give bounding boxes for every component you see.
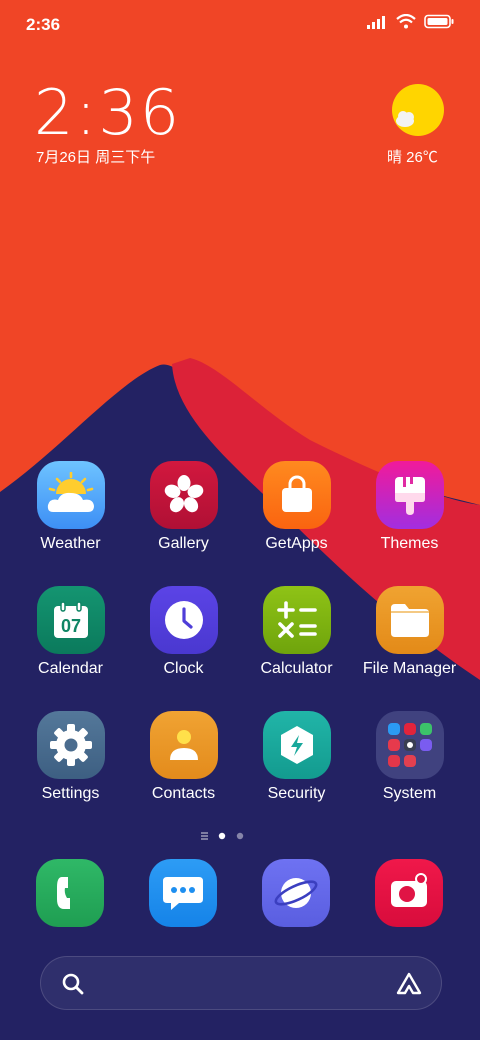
app-settings[interactable]: Settings <box>14 711 127 803</box>
app-security[interactable]: Security <box>240 711 353 803</box>
app-label: Contacts <box>151 785 216 802</box>
gear-icon <box>36 711 105 779</box>
gallery-icon <box>149 461 218 529</box>
app-label: System <box>382 785 437 802</box>
app-label: GetApps <box>265 535 328 552</box>
security-icon <box>262 711 331 779</box>
themes-icon <box>375 461 444 529</box>
calendar-day: 07 <box>60 616 80 636</box>
browser-icon[interactable] <box>262 859 330 927</box>
app-getapps[interactable]: GetApps <box>240 461 353 553</box>
app-label: Settings <box>41 785 100 802</box>
weather-icon <box>36 461 105 529</box>
page-dot-active <box>218 832 226 840</box>
app-calendar[interactable]: 07 Calendar <box>14 586 127 678</box>
app-label: Gallery <box>158 535 209 552</box>
camera-icon[interactable] <box>375 859 443 927</box>
app-label: Calculator <box>260 660 333 677</box>
wifi-icon <box>396 14 416 29</box>
folder-icon <box>375 586 444 654</box>
search-icon <box>62 973 84 995</box>
app-label: File Manager <box>362 660 457 677</box>
messages-icon[interactable] <box>149 859 217 927</box>
app-label: Calendar <box>38 660 103 677</box>
phone-icon[interactable] <box>36 859 104 927</box>
contacts-icon <box>149 711 218 779</box>
signal-icon <box>367 15 385 29</box>
app-contacts[interactable]: Contacts <box>127 711 240 803</box>
weather-text: 晴 26℃ <box>387 149 438 166</box>
system-folder-icon <box>375 711 444 779</box>
clock-icon <box>149 586 218 654</box>
app-label: Themes <box>380 535 439 552</box>
app-calculator[interactable]: Calculator <box>240 586 353 678</box>
status-bar: 2:36 <box>0 0 480 50</box>
app-label: Security <box>267 785 326 802</box>
app-gallery[interactable]: Gallery <box>127 461 240 553</box>
app-label: Clock <box>163 660 204 677</box>
weather-sun-icon[interactable] <box>392 84 444 136</box>
calculator-icon <box>262 586 331 654</box>
status-time: 2:36 <box>26 15 61 34</box>
calendar-icon: 07 <box>36 586 105 654</box>
getapps-icon <box>262 461 331 529</box>
page-dot <box>236 832 244 840</box>
app-clock[interactable]: Clock <box>127 586 240 678</box>
home-clock[interactable]: 2:36 <box>34 76 181 149</box>
page-indicator[interactable] <box>200 829 280 843</box>
search-bar[interactable] <box>40 956 442 1010</box>
battery-icon <box>424 14 454 29</box>
app-label: Weather <box>40 535 101 552</box>
app-system-folder[interactable]: System <box>353 711 466 803</box>
app-weather[interactable]: Weather <box>14 461 127 553</box>
home-date: 7月26日 周三下午 <box>36 149 156 166</box>
assistant-icon[interactable] <box>395 971 423 997</box>
app-themes[interactable]: Themes <box>353 461 466 553</box>
feed-indicator-icon <box>201 832 208 840</box>
app-file-manager[interactable]: File Manager <box>353 586 466 678</box>
